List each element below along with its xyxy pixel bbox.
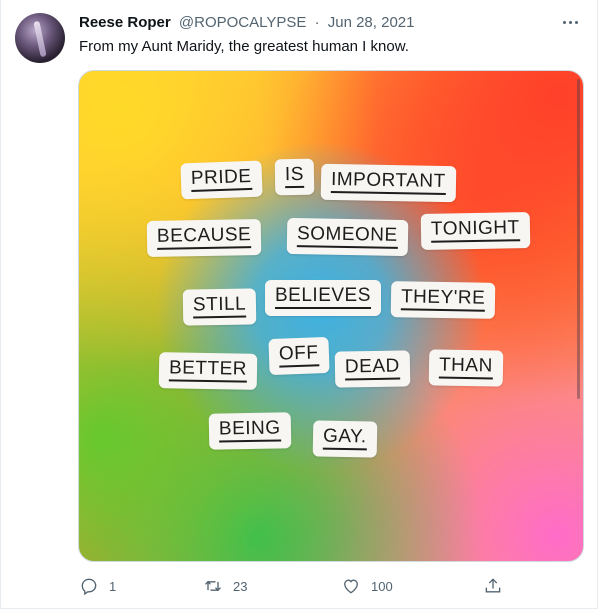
collage-word: PRIDE [180, 160, 263, 200]
like-button[interactable]: 100 [341, 572, 393, 600]
collage-word: BECAUSE [146, 219, 262, 257]
share-button[interactable] [483, 572, 503, 600]
tweet-header: Reese Roper @ROPOCALYPSE · Jun 28, 2021 [79, 14, 557, 34]
collage-word: THAN [428, 349, 504, 387]
collage-word: THEY'RE [390, 281, 496, 319]
avatar[interactable] [15, 13, 65, 63]
collage-word: TONIGHT [420, 212, 530, 250]
reply-count: 1 [109, 578, 117, 594]
retweet-icon [205, 580, 221, 592]
collage-word: IMPORTANT [320, 163, 456, 203]
collage-word: STILL [182, 288, 257, 326]
tweet-date[interactable]: Jun 28, 2021 [328, 14, 415, 31]
share-icon [485, 578, 501, 593]
retweet-button[interactable]: 23 [203, 572, 247, 600]
collage-word: DEAD [334, 350, 411, 388]
author-name[interactable]: Reese Roper [79, 14, 171, 31]
like-count: 100 [371, 578, 393, 594]
retweet-count: 23 [233, 578, 248, 594]
collage-word: SOMEONE [286, 217, 408, 257]
collage-word: OFF [268, 336, 330, 376]
more-horizontal-icon[interactable] [561, 14, 581, 30]
separator-dot: · [314, 14, 320, 31]
reply-button[interactable]: 1 [79, 572, 116, 600]
heart-icon [344, 579, 358, 594]
collage-word: GAY. [312, 420, 377, 458]
tweet-image[interactable]: PRIDE IS IMPORTANT BECAUSE SOMEONE TONIG… [78, 70, 584, 562]
collage-word: BEING [208, 412, 291, 450]
tweet-text: From my Aunt Maridy, the greatest human … [79, 38, 409, 55]
collage-word: IS [274, 158, 315, 196]
author-handle[interactable]: @ROPOCALYPSE [179, 14, 307, 31]
tweet[interactable]: Reese Roper @ROPOCALYPSE · Jun 28, 2021 … [0, 0, 598, 609]
action-bar: 1 23 100 [1, 572, 598, 600]
reply-icon [81, 578, 97, 596]
collage-word: BELIEVES [265, 280, 381, 316]
collage-word: BETTER [158, 352, 258, 390]
image-scrollbar[interactable] [577, 79, 580, 399]
